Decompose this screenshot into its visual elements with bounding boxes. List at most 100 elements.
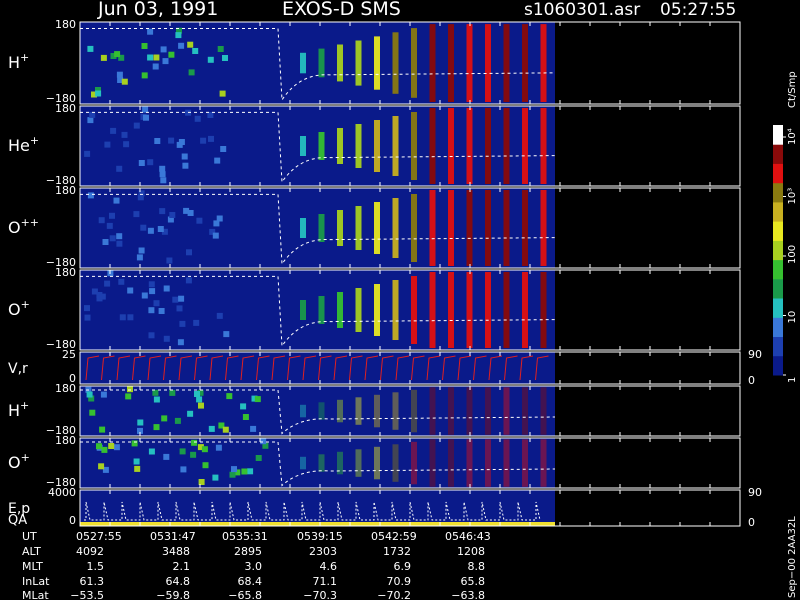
- spectrum-cell: [255, 455, 262, 461]
- spectrum-band: [466, 387, 473, 435]
- spectrum-cell: [186, 249, 192, 256]
- spectrum-band: [448, 190, 454, 266]
- panel-0: H+180−180: [8, 18, 741, 105]
- spectrum-cell: [104, 141, 111, 148]
- spectrum-cell: [116, 165, 123, 172]
- ephemeris-cell: 8.8: [468, 560, 486, 573]
- spectrum-cell: [159, 208, 166, 215]
- spectrum-cell: [84, 150, 91, 157]
- ephemeris-cell: 3488: [162, 545, 190, 558]
- spectrum-cell: [192, 48, 199, 54]
- panel-5: H+180−180: [8, 382, 741, 437]
- spectrum-band: [503, 190, 510, 266]
- spectrum-band: [522, 272, 528, 348]
- spectrum-cell: [169, 389, 176, 396]
- spectrum-band: [355, 124, 362, 168]
- spectrum-band: [392, 280, 399, 340]
- spectrum-cell: [116, 240, 123, 247]
- panel-label-text: H: [8, 401, 20, 420]
- ephemeris-cell: 4.6: [320, 560, 338, 573]
- colorbar-segment: [773, 182, 783, 203]
- spectrum-cell: [219, 90, 226, 97]
- spectrum-cell: [134, 465, 141, 472]
- spectrum-band: [466, 272, 473, 348]
- spectrum-cell: [108, 443, 115, 449]
- spectrum-cell: [214, 157, 221, 164]
- spectrum-band: [374, 284, 380, 336]
- spectrum-cell: [99, 293, 106, 300]
- spectrum-cell: [141, 292, 148, 299]
- spectrum-cell: [161, 415, 168, 422]
- panel-label-text: O: [8, 453, 21, 472]
- spectrum-cell: [95, 90, 102, 97]
- spectrum-cell: [152, 389, 159, 396]
- spectrum-cell: [152, 63, 159, 70]
- spectrum-cell: [110, 127, 117, 134]
- colorbar-segment: [773, 317, 783, 337]
- spectrum-cell: [133, 122, 140, 129]
- panels-group: H+180−180He+180−180O++180−180O+180−180V,…: [8, 18, 762, 529]
- spectrum-cell: [175, 32, 182, 39]
- spectrum-cell: [187, 41, 194, 48]
- spectrum-cell: [153, 424, 160, 431]
- spectrum-cell: [106, 222, 113, 229]
- y-max-label: 25: [62, 348, 76, 361]
- ephemeris-cell: 2303: [309, 545, 337, 558]
- spectrum-cell: [181, 153, 188, 160]
- ephemeris-cell: 0531:47: [150, 530, 196, 543]
- spectrum-cell: [86, 391, 93, 398]
- spectrum-cell: [96, 443, 102, 450]
- panel-label: H+: [8, 51, 29, 72]
- spectrum-band: [411, 389, 417, 433]
- spectrum-cell: [113, 197, 120, 204]
- ephemeris-cell: 68.4: [238, 575, 263, 588]
- spectrum-cell: [87, 45, 94, 52]
- colorbar-segment: [773, 221, 783, 241]
- spectrum-cell: [212, 474, 219, 481]
- spectrum-cell: [84, 314, 91, 321]
- panel-label-superscript: +: [20, 399, 29, 412]
- spectrum-band: [374, 36, 380, 90]
- ephemeris-cell: 65.8: [461, 575, 486, 588]
- spectrum-band: [466, 439, 473, 487]
- panel-label-text: O: [8, 300, 21, 319]
- spectrum-band: [503, 387, 510, 435]
- spectrum-band: [318, 214, 325, 242]
- y-max-label: 180: [55, 382, 76, 395]
- spectrum-cell: [222, 426, 229, 433]
- spectrum-band: [522, 108, 528, 184]
- ephemeris-cell: 70.9: [387, 575, 412, 588]
- spectrum-band: [355, 397, 362, 425]
- spectrum-band: [374, 202, 380, 254]
- ephemeris-cell: 2895: [234, 545, 262, 558]
- spectrum-cell: [121, 78, 128, 85]
- spectrum-cell: [187, 410, 194, 417]
- spectrum-cell: [194, 115, 201, 122]
- spectrum-cell: [147, 28, 154, 35]
- colorbar-tick-label: 10⁴: [787, 128, 798, 145]
- spectrum-cell: [98, 217, 105, 224]
- ephemeris-cell: 6.9: [394, 560, 412, 573]
- spectrum-band: [300, 300, 306, 320]
- panel-label-text: O: [8, 218, 21, 237]
- spectrum-band: [392, 392, 399, 430]
- ephemeris-row-label: UT: [22, 530, 37, 543]
- colorbar-tick-label: 10: [787, 311, 798, 324]
- spectrum-band: [503, 439, 510, 487]
- spectrum-cell: [109, 212, 115, 219]
- spectrum-cell: [91, 288, 98, 295]
- header-filename: s1060301.asr: [524, 0, 640, 20]
- spectrum-band: [337, 44, 343, 82]
- spectrum-cell: [229, 471, 236, 478]
- colorbar: 1 10 100 10³ 10⁴: [773, 125, 798, 383]
- spectrum-cell: [125, 393, 132, 400]
- spectrum-cell: [84, 305, 90, 312]
- y-max-label: 180: [55, 18, 76, 31]
- colorbar-tick-label: 10³: [787, 188, 798, 205]
- panel-label-2: QA: [8, 513, 27, 528]
- ephemeris-cell: −63.8: [451, 589, 485, 600]
- panel-label: O+: [8, 298, 30, 319]
- spectrum-cell: [118, 278, 125, 285]
- spectrum-cell: [138, 247, 145, 254]
- spectrum-cell: [196, 217, 203, 224]
